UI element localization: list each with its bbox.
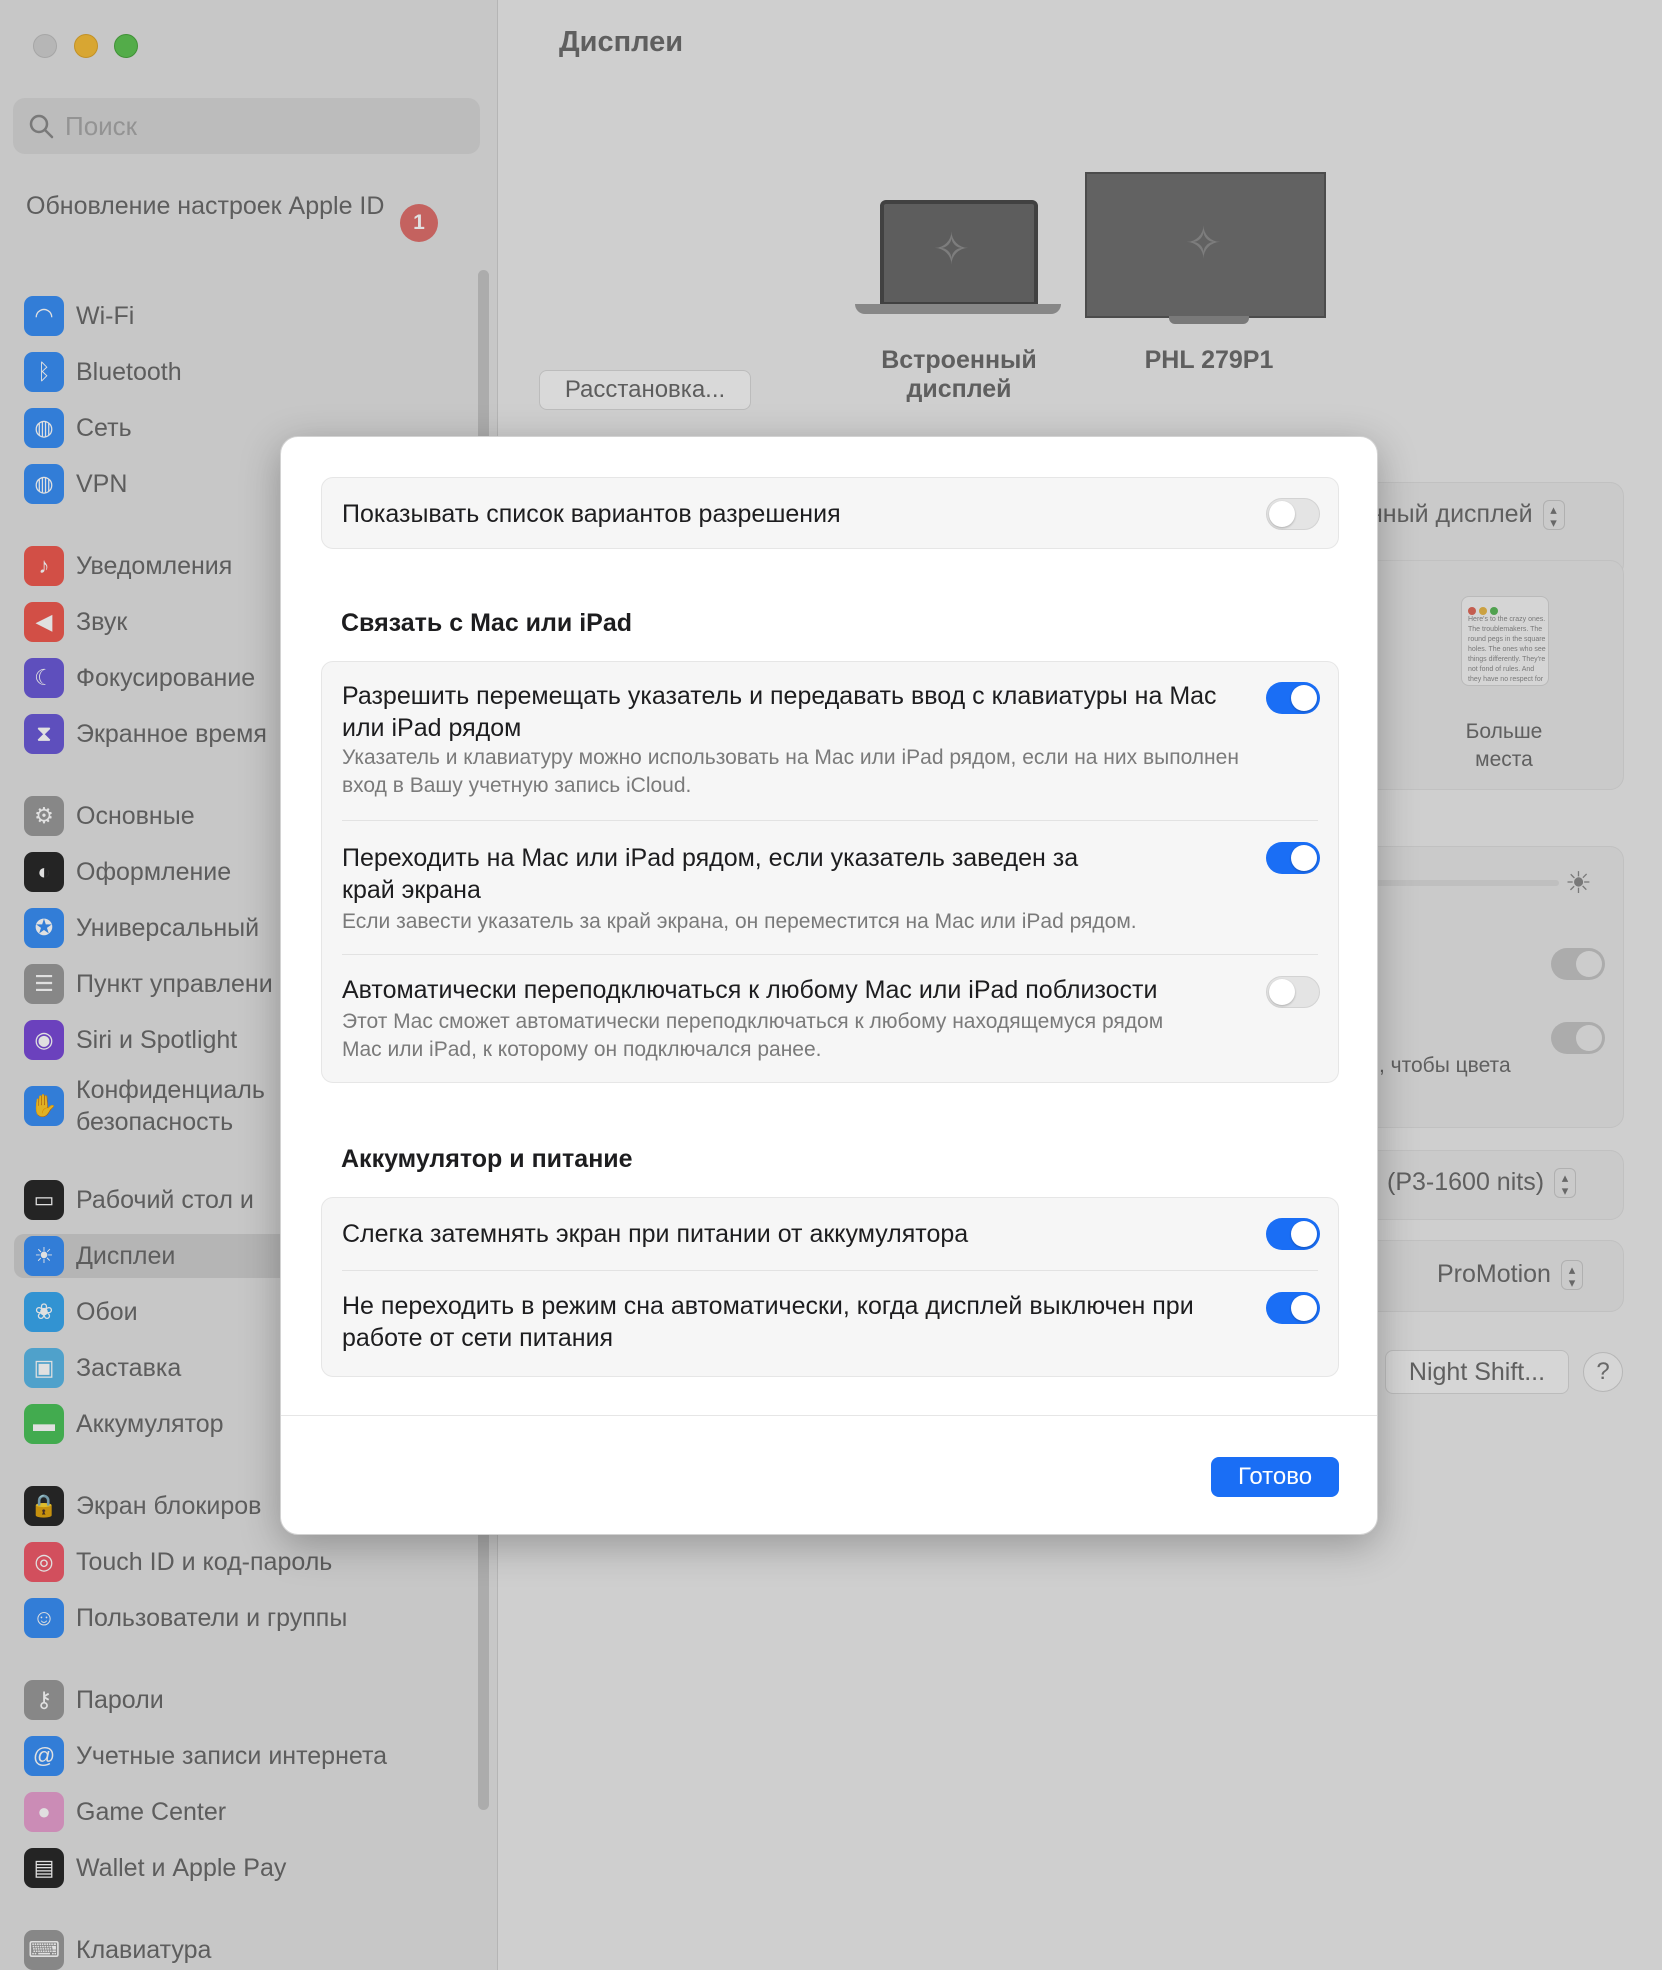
push-through-edge-row: Переходить на Mac или iPad рядом, если у…	[322, 820, 1338, 954]
prevent-sleep-toggle[interactable]	[1266, 1292, 1320, 1324]
auto-reconnect-label: Автоматически переподключаться к любому …	[342, 976, 1158, 1004]
resolution-list-row: Показывать список вариантов разрешения	[322, 478, 1338, 550]
dim-on-battery-toggle[interactable]	[1266, 1218, 1320, 1250]
link-section-heading: Связать с Mac или iPad	[341, 609, 633, 637]
resolution-list-label: Показывать список вариантов разрешения	[342, 500, 841, 528]
push-through-edge-label: Переходить на Mac или iPad рядом, если у…	[342, 844, 1079, 904]
prevent-sleep-label: Не переходить в режим сна автоматически,…	[342, 1292, 1194, 1352]
pointer-keyboard-row: Разрешить перемещать указатель и передав…	[322, 662, 1338, 820]
prevent-sleep-row: Не переходить в режим сна автоматически,…	[322, 1270, 1338, 1378]
battery-settings-group: Слегка затемнять экран при питании от ак…	[321, 1197, 1339, 1377]
push-through-edge-description: Если завести указатель за край экрана, о…	[342, 910, 1137, 933]
battery-section-heading: Аккумулятор и питание	[341, 1145, 633, 1173]
link-settings-group: Разрешить перемещать указатель и передав…	[321, 661, 1339, 1083]
pointer-keyboard-description: Указатель и клавиатуру можно использоват…	[342, 746, 1239, 797]
dim-on-battery-row: Слегка затемнять экран при питании от ак…	[322, 1198, 1338, 1270]
advanced-display-settings-sheet: Показывать список вариантов разрешения С…	[280, 436, 1378, 1535]
dim-on-battery-label: Слегка затемнять экран при питании от ак…	[342, 1220, 969, 1248]
auto-reconnect-row: Автоматически переподключаться к любому …	[322, 954, 1338, 1084]
auto-reconnect-description: Этот Mac сможет автоматически переподклю…	[342, 1010, 1164, 1061]
pointer-keyboard-label: Разрешить перемещать указатель и передав…	[342, 682, 1217, 742]
resolution-list-toggle[interactable]	[1266, 498, 1320, 530]
done-button[interactable]: Готово	[1211, 1457, 1339, 1497]
footer-divider	[281, 1415, 1377, 1416]
push-through-edge-toggle[interactable]	[1266, 842, 1320, 874]
pointer-keyboard-toggle[interactable]	[1266, 682, 1320, 714]
auto-reconnect-toggle[interactable]	[1266, 976, 1320, 1008]
resolution-list-group: Показывать список вариантов разрешения	[321, 477, 1339, 549]
